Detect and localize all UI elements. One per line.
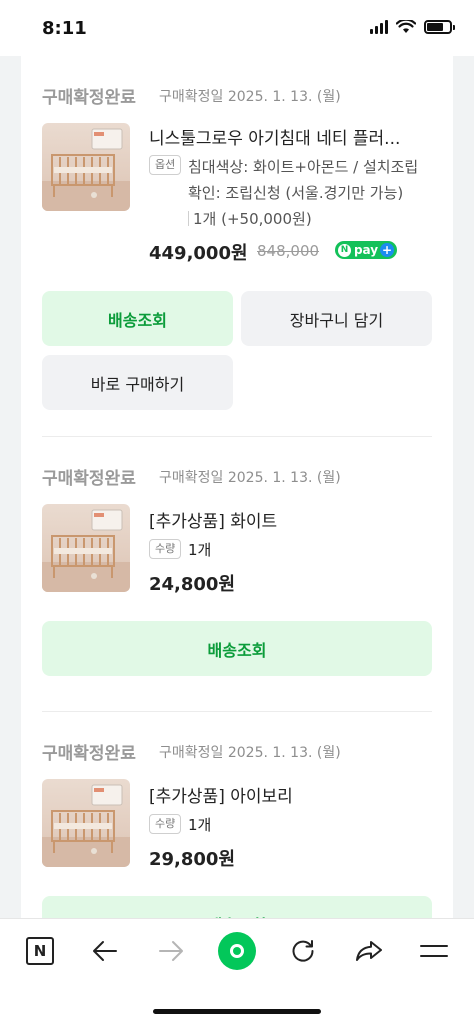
wifi-icon	[396, 20, 416, 33]
option-text-line3: 1개 (+50,000원)	[193, 210, 312, 228]
buy-now-button[interactable]: 바로 구매하기	[42, 355, 233, 410]
forward-arrow-icon[interactable]	[151, 931, 191, 971]
order-item: 구매확정완료 구매확정일 2025. 1. 13. (월)	[42, 464, 432, 704]
menu-icon[interactable]	[414, 931, 454, 971]
option-text-line2: 확인: 조립신청 (서울.경기만 가능)	[188, 184, 404, 202]
status-time: 8:11	[42, 18, 87, 39]
product-title[interactable]: [추가상품] 화이트	[149, 507, 277, 532]
product-thumbnail[interactable]	[42, 504, 130, 592]
product-price: 29,800원	[149, 849, 236, 870]
quantity-badge: 수량	[149, 814, 182, 834]
naver-n-icon[interactable]: N	[20, 931, 60, 971]
original-price: 848,000	[257, 242, 320, 260]
order-divider	[42, 436, 432, 437]
npay-plus-badge: N pay +	[335, 241, 397, 259]
browser-toolbar: N	[0, 918, 474, 1024]
order-confirm-date: 구매확정일 2025. 1. 13. (월)	[159, 470, 341, 486]
npay-plus-icon: +	[380, 243, 394, 257]
quantity-text: 1개	[188, 816, 212, 834]
product-thumbnail[interactable]	[42, 779, 130, 867]
product-title[interactable]: [추가상품] 아이보리	[149, 782, 293, 807]
order-list-card: 구매확정완료 구매확정일 2025. 1. 13. (월) 니스툴그로우 아기침…	[21, 56, 453, 918]
back-arrow-icon[interactable]	[85, 931, 125, 971]
quantity-badge: 수량	[149, 539, 182, 559]
cellular-signal-icon	[370, 20, 388, 34]
option-text-line1: 침대색상: 화이트+아몬드 / 설치조립	[188, 158, 419, 176]
green-dot-home-icon[interactable]	[217, 931, 257, 971]
order-divider	[42, 711, 432, 712]
order-item: 구매확정완료 구매확정일 2025. 1. 13. (월)	[42, 739, 432, 918]
quantity-text: 1개	[188, 541, 212, 559]
npay-n-icon: N	[338, 243, 351, 257]
product-price: 449,000원	[149, 243, 248, 264]
option-divider	[188, 211, 189, 226]
order-confirm-date: 구매확정일 2025. 1. 13. (월)	[159, 745, 341, 761]
delivery-tracking-button[interactable]: 배송조회	[42, 896, 432, 918]
reload-icon[interactable]	[283, 931, 323, 971]
order-status: 구매확정완료	[42, 469, 136, 489]
add-to-cart-button[interactable]: 장바구니 담기	[241, 291, 432, 346]
product-thumbnail[interactable]	[42, 123, 130, 211]
delivery-tracking-button[interactable]: 배송조회	[42, 621, 432, 676]
product-title[interactable]: 니스툴그로우 아기침대 네티 플러...	[149, 124, 400, 149]
option-badge: 옵션	[149, 155, 182, 175]
delivery-tracking-button[interactable]: 배송조회	[42, 291, 233, 346]
product-price: 24,800원	[149, 574, 236, 595]
order-list-background: 구매확정완료 구매확정일 2025. 1. 13. (월) 니스툴그로우 아기침…	[0, 56, 474, 918]
order-confirm-date: 구매확정일 2025. 1. 13. (월)	[159, 89, 341, 105]
order-status: 구매확정완료	[42, 88, 136, 108]
status-bar: 8:11	[0, 0, 474, 56]
battery-icon	[424, 20, 455, 34]
share-icon[interactable]	[349, 931, 389, 971]
order-status: 구매확정완료	[42, 744, 136, 764]
status-icons	[370, 20, 455, 34]
order-item: 구매확정완료 구매확정일 2025. 1. 13. (월)	[42, 83, 432, 443]
home-indicator[interactable]	[153, 1009, 321, 1014]
npay-label: pay	[353, 243, 379, 257]
